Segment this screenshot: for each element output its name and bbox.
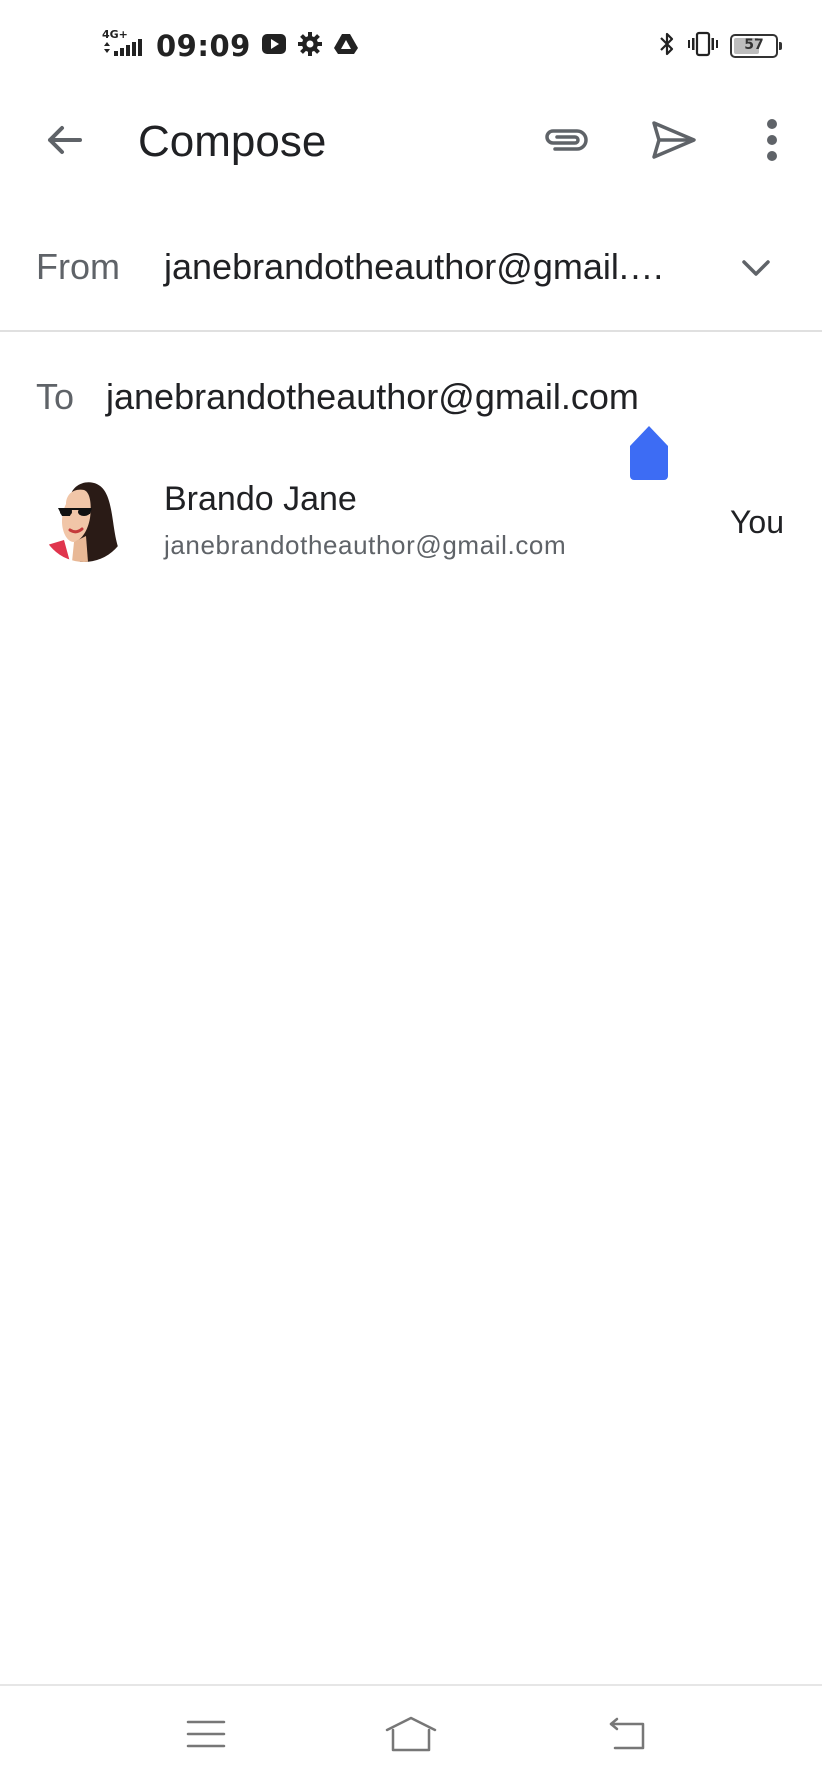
back-arrow-icon	[48, 126, 82, 154]
from-field[interactable]: From janebrandotheauthor@gmail.…	[0, 222, 822, 332]
battery-icon: 57	[730, 34, 782, 58]
from-label: From	[36, 246, 120, 287]
system-nav-bar	[0, 1684, 822, 1781]
send-icon	[652, 121, 696, 159]
drive-icon	[333, 31, 359, 62]
status-left: 4G+ 09:09	[102, 26, 359, 66]
battery-level: 57	[744, 37, 764, 53]
chevron-down-icon	[742, 260, 770, 276]
contact-suggestion[interactable]: Brando Jane janebrandotheauthor@gmail.co…	[0, 466, 822, 582]
to-input[interactable]: janebrandotheauthor@gmail.com	[106, 376, 639, 418]
avatar	[40, 474, 128, 562]
nav-home-button[interactable]	[371, 1704, 451, 1764]
nav-back-button[interactable]	[587, 1704, 667, 1764]
to-field[interactable]: To janebrandotheauthor@gmail.com	[0, 360, 822, 480]
from-account[interactable]: janebrandotheauthor@gmail.…	[164, 246, 665, 288]
vibrate-icon	[688, 30, 718, 63]
contact-email: janebrandotheauthor@gmail.com	[164, 530, 567, 560]
settings-gear-icon	[297, 31, 323, 62]
bluetooth-icon	[658, 30, 676, 63]
contact-name: Brando Jane	[164, 480, 357, 518]
more-options-button[interactable]	[736, 104, 808, 176]
status-bar: 4G+ 09:09 57	[0, 0, 822, 92]
to-label: To	[36, 376, 75, 417]
app-bar: Compose	[0, 92, 822, 192]
signal-icon: 4G+	[102, 28, 146, 62]
status-time: 09:09	[156, 29, 251, 63]
send-button[interactable]	[638, 104, 710, 176]
more-vert-icon	[767, 119, 777, 161]
from-dropdown-button[interactable]	[724, 244, 788, 292]
back-button[interactable]	[28, 104, 100, 176]
back-icon	[609, 1717, 645, 1750]
paperclip-icon	[545, 129, 588, 151]
menu-icon	[186, 1720, 226, 1748]
youtube-icon	[261, 31, 287, 62]
nav-menu-button[interactable]	[166, 1704, 246, 1764]
contact-self-tag: You	[730, 504, 784, 540]
status-right: 57	[658, 28, 782, 64]
attach-button[interactable]	[530, 104, 602, 176]
home-icon	[385, 1716, 437, 1752]
page-title: Compose	[138, 117, 327, 166]
